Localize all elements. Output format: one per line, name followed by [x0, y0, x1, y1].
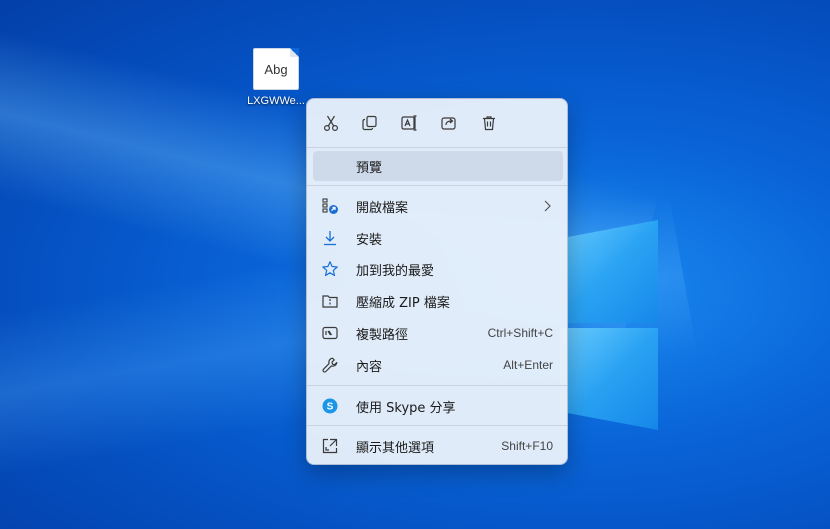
menu-item-label: 預覽 — [356, 160, 383, 176]
rename-button[interactable] — [398, 112, 420, 134]
shortcut-text: Shift+F10 — [501, 439, 553, 453]
windows-logo-wallpaper — [560, 200, 660, 440]
more-options-icon — [321, 437, 339, 455]
menu-item-open-with[interactable]: 開啟檔案 — [313, 191, 563, 221]
context-menu-toolbar — [307, 99, 567, 147]
menu-item-label: 壓縮成 ZIP 檔案 — [356, 295, 450, 311]
share-icon — [441, 117, 456, 130]
cut-button[interactable] — [320, 112, 342, 134]
delete-button[interactable] — [478, 112, 500, 134]
star-icon — [321, 260, 339, 278]
menu-separator — [307, 425, 567, 426]
windows-logo-pane — [560, 220, 658, 323]
shortcut-text: Alt+Enter — [503, 358, 553, 372]
menu-item-copy-path[interactable]: 複製路徑 Ctrl+Shift+C — [313, 318, 563, 348]
menu-item-label: 安裝 — [356, 232, 383, 248]
copy-icon — [362, 115, 377, 131]
file-name-label: LXGWWe... — [247, 95, 305, 107]
open-with-icon — [321, 197, 339, 215]
chevron-right-icon — [544, 200, 551, 212]
menu-separator — [307, 147, 567, 148]
menu-item-label: 內容 — [356, 359, 383, 375]
menu-item-label: 使用 Skype 分享 — [356, 400, 456, 416]
zip-folder-icon — [321, 292, 339, 310]
download-icon — [321, 229, 339, 247]
desktop-file-icon[interactable]: Abg LXGWWe... — [244, 48, 308, 107]
rename-icon — [401, 115, 417, 131]
menu-item-properties[interactable]: 內容 Alt+Enter — [313, 350, 563, 380]
menu-item-compress-zip[interactable]: 壓縮成 ZIP 檔案 — [313, 286, 563, 316]
menu-separator — [307, 185, 567, 186]
menu-item-label: 複製路徑 — [356, 327, 409, 343]
thumbnail-text: Abg — [264, 61, 288, 77]
share-button[interactable] — [438, 112, 460, 134]
menu-item-add-favorite[interactable]: 加到我的最愛 — [313, 254, 563, 284]
menu-separator — [307, 385, 567, 386]
menu-item-show-more-options[interactable]: 顯示其他選項 Shift+F10 — [313, 431, 563, 461]
wrench-icon — [321, 356, 339, 374]
svg-text:S: S — [327, 402, 334, 413]
menu-item-skype-share[interactable]: S 使用 Skype 分享 — [313, 391, 563, 421]
copy-path-icon — [321, 324, 339, 342]
menu-item-label: 開啟檔案 — [356, 200, 409, 216]
menu-item-preview[interactable]: 預覽 — [313, 151, 563, 181]
font-file-thumbnail: Abg — [253, 48, 299, 90]
menu-item-label: 加到我的最愛 — [356, 263, 435, 279]
shortcut-text: Ctrl+Shift+C — [487, 326, 553, 340]
delete-icon — [483, 116, 495, 131]
copy-button[interactable] — [359, 112, 381, 134]
cut-icon — [323, 115, 339, 132]
windows-logo-pane — [560, 328, 658, 430]
menu-item-label: 顯示其他選項 — [356, 440, 435, 456]
context-menu: 預覽 開啟檔案 安裝 加到我的最愛 壓縮成 ZIP 檔案 複製路徑 Ctrl+S… — [306, 98, 568, 465]
skype-icon: S — [321, 397, 339, 415]
menu-item-install[interactable]: 安裝 — [313, 223, 563, 253]
